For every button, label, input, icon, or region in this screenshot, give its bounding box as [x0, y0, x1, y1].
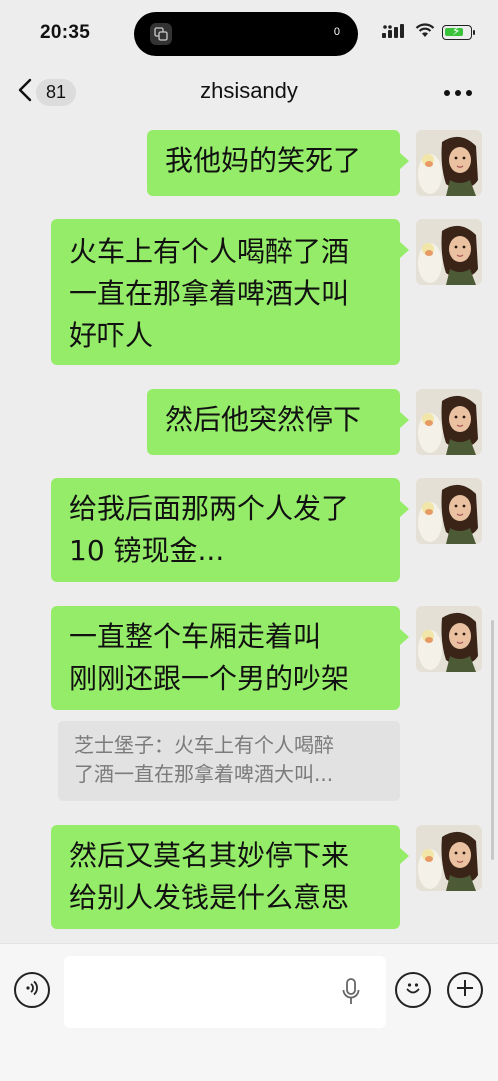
dynamic-island: 0: [134, 12, 358, 56]
message-text: 然后他突然停下: [165, 403, 362, 436]
battery-icon: ⚡: [442, 24, 475, 40]
clock: 20:35: [40, 22, 91, 43]
chat-header: 81 zhsisandy: [0, 66, 498, 120]
more-actions-button[interactable]: [447, 972, 483, 1008]
avatar[interactable]: [416, 389, 482, 455]
microphone-icon[interactable]: [342, 978, 360, 1010]
message-bubble[interactable]: 火车上有个人喝醉了酒 一直在那拿着啤酒大叫 好吓人: [51, 219, 409, 365]
message-bubble[interactable]: 然后又莫名其妙停下来 给别人发钱是什么意思: [51, 825, 409, 929]
screen-record-icon: [150, 23, 172, 45]
message-bubble[interactable]: 给我后面那两个人发了 10 镑现金...: [51, 478, 409, 582]
message-text: 我他妈的笑死了: [165, 144, 362, 177]
scrollbar[interactable]: [491, 620, 494, 860]
message-bubble[interactable]: 我他妈的笑死了: [147, 130, 409, 196]
quoted-reply[interactable]: 芝士堡子：火车上有个人喝醉 了酒一直在那拿着啤酒大叫...: [58, 721, 400, 801]
avatar[interactable]: [416, 219, 482, 285]
more-options-button[interactable]: [444, 90, 472, 96]
message-text: 一直整个车厢走着叫 刚刚还跟一个男的吵架: [69, 620, 350, 695]
chat-title: zhsisandy: [200, 78, 298, 103]
message-text: 给我后面那两个人发了 10 镑现金...: [69, 492, 350, 567]
avatar[interactable]: [416, 606, 482, 672]
island-counter: 0: [333, 26, 340, 38]
plus-icon: [455, 978, 475, 1002]
avatar[interactable]: [416, 130, 482, 196]
voice-wave-icon: [23, 979, 41, 1001]
wifi-icon: [415, 23, 435, 42]
status-bar: 20:35 0 ⚡: [0, 0, 498, 66]
cellular-signal-icon: [382, 23, 408, 42]
message-text: 然后又莫名其妙停下来 给别人发钱是什么意思: [69, 839, 350, 914]
emoji-button[interactable]: [395, 972, 431, 1008]
message-text: 火车上有个人喝醉了酒 一直在那拿着啤酒大叫 好吓人: [69, 235, 350, 352]
message-bubble[interactable]: 一直整个车厢走着叫 刚刚还跟一个男的吵架: [51, 606, 409, 710]
avatar[interactable]: [416, 825, 482, 891]
avatar[interactable]: [416, 478, 482, 544]
smiley-icon: [402, 977, 424, 1003]
message-bubble[interactable]: 然后他突然停下: [147, 389, 409, 455]
quoted-text: 芝士堡子：火车上有个人喝醉 了酒一直在那拿着啤酒大叫...: [74, 733, 334, 786]
message-input[interactable]: [64, 956, 386, 1028]
voice-mode-button[interactable]: [14, 972, 50, 1008]
input-bar: [0, 943, 498, 1081]
